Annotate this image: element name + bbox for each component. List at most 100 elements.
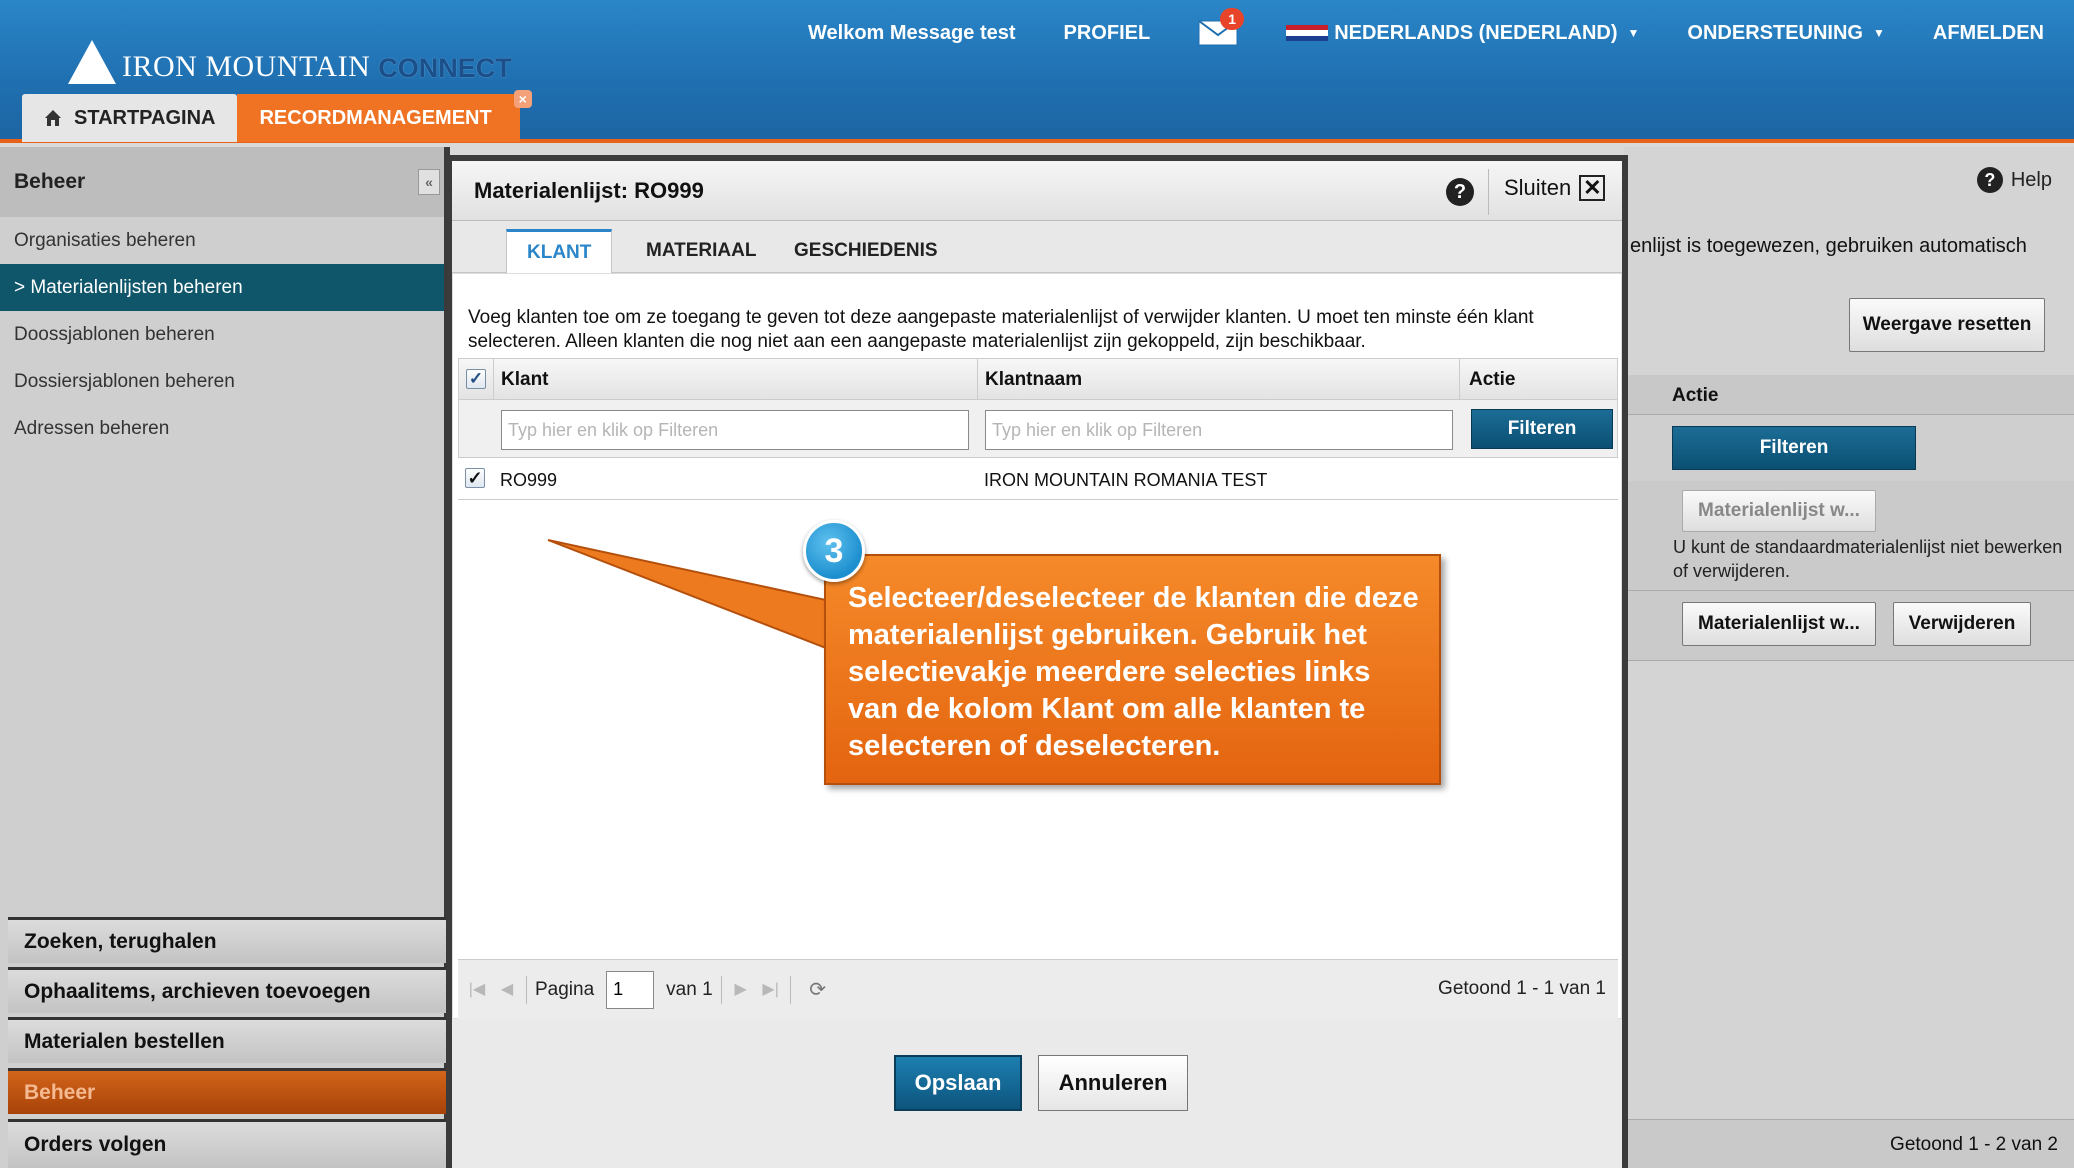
edit-materiallist-button[interactable]: Materialenlijst w... [1682, 602, 1876, 646]
pager-divider [526, 975, 527, 1004]
tutorial-callout: Selecteer/deselecteer de klanten die dez… [824, 554, 1441, 785]
message-count-badge: 1 [1220, 8, 1245, 30]
close-label: Sluiten [1504, 175, 1572, 200]
previous-page-icon[interactable]: ◀ [496, 977, 518, 1003]
row-client-id: RO999 [500, 470, 558, 490]
sidebar-item-dossiersjablonen[interactable]: Dossiersjablonen beheren [0, 358, 444, 405]
background-description: enlijst is toegewezen, gebruiken automat… [1630, 235, 2027, 257]
close-tab-icon[interactable]: × [513, 90, 532, 108]
main-tabs: STARTPAGINA RECORDMANAGEMENT × [22, 90, 532, 142]
table-pager: |◀ ◀ Pagina van 1 ▶ ▶| ⟳ Getoond 1 - 1 v… [458, 959, 1618, 1019]
tab-klant[interactable]: KLANT [506, 229, 613, 273]
profile-link[interactable]: PROFIEL [1064, 22, 1151, 45]
column-header-klant: Klant [501, 369, 549, 390]
help-icon: ? [1976, 167, 2003, 193]
messages-button[interactable]: 1 [1198, 8, 1245, 46]
column-divider [1459, 359, 1460, 399]
client-table-header: ✓ Klant Klantnaam Actie [458, 358, 1618, 400]
background-shown-count: Getoond 1 - 2 van 2 [1890, 1134, 2058, 1155]
sidebar-title: Beheer « [0, 147, 444, 217]
support-label: ONDERSTEUNING [1687, 21, 1863, 44]
pager-divider [789, 975, 791, 1004]
language-selector[interactable]: NEDERLANDS (NEDERLAND) ▼ [1286, 22, 1639, 45]
background-pager: Getoond 1 - 2 van 2 [1624, 1119, 2074, 1168]
header-divider [1488, 169, 1489, 215]
background-content-panel: ? Help enlijst is toegewezen, gebruiken … [1624, 147, 2074, 1168]
background-table-header: Actie [1624, 375, 2074, 415]
tab-home[interactable]: STARTPAGINA [22, 94, 238, 142]
first-page-icon[interactable]: |◀ [466, 977, 488, 1003]
sidebar-item-doossjablonen[interactable]: Doossjablonen beheren [0, 311, 444, 358]
column-header-actie: Actie [1672, 385, 1719, 406]
tab-materiaal[interactable]: MATERIAAL [626, 229, 776, 273]
cancel-button[interactable]: Annuleren [1038, 1055, 1188, 1111]
last-page-icon[interactable]: ▶| [760, 977, 782, 1003]
sidebar-item-adressen[interactable]: Adressen beheren [0, 405, 444, 452]
accordion-ophaalitems[interactable]: Ophaalitems, archieven toevoegen [8, 967, 450, 1013]
sidebar-title-text: Beheer [14, 170, 86, 193]
sidebar: Beheer « Organisaties beheren > Material… [0, 147, 450, 1168]
close-icon: ✕ [1579, 175, 1606, 201]
accordion-materialen-bestellen[interactable]: Materialen bestellen [8, 1017, 450, 1063]
chevron-down-icon: ▼ [1873, 26, 1885, 40]
page-label: Pagina [535, 978, 595, 1000]
help-label: Help [2010, 168, 2052, 191]
dialog-footer: Opslaan Annuleren [452, 1019, 1622, 1168]
delete-button[interactable]: Verwijderen [1893, 602, 2031, 646]
table-row[interactable]: ✓ RO999 IRON MOUNTAIN ROMANIA TEST [458, 458, 1618, 500]
help-link[interactable]: ? Help [1976, 167, 2052, 193]
tab-geschiedenis[interactable]: GESCHIEDENIS [774, 229, 958, 273]
default-list-note: U kunt de standaardmaterialenlijst niet … [1673, 537, 2063, 581]
client-filter-row: Filteren [458, 400, 1618, 458]
welcome-text: Welkom Message test [808, 21, 1016, 44]
row-checkbox[interactable]: ✓ [465, 468, 485, 488]
home-icon [45, 110, 61, 126]
accordion-zoeken[interactable]: Zoeken, terughalen [8, 917, 450, 963]
callout-text: Selecteer/deselecteer de klanten die dez… [848, 582, 1419, 762]
background-filter-button[interactable]: Filteren [1672, 426, 1916, 470]
logo-triangle-icon [68, 40, 116, 84]
logout-link[interactable]: AFMELDEN [1933, 22, 2044, 45]
column-header-actie: Actie [1469, 369, 1516, 390]
next-page-icon[interactable]: ▶ [730, 977, 752, 1003]
dialog-header: Materialenlijst: RO999 ? Sluiten ✕ [452, 161, 1622, 221]
client-name-filter-input[interactable] [985, 410, 1453, 450]
top-navigation: Welkom Message test PROFIEL 1 NEDERLANDS… [808, 8, 2044, 46]
collapse-sidebar-icon[interactable]: « [418, 169, 440, 195]
pager-divider [720, 975, 722, 1004]
support-menu[interactable]: ONDERSTEUNING ▼ [1687, 22, 1884, 45]
edit-materiallist-button-disabled: Materialenlijst w... [1682, 490, 1876, 532]
sidebar-item-organisaties[interactable]: Organisaties beheren [0, 217, 444, 264]
logo-connect-text: CONNECT [378, 53, 512, 83]
accordion-beheer[interactable]: Beheer [8, 1068, 450, 1114]
dialog-title: Materialenlijst: RO999 [474, 178, 704, 203]
iron-mountain-logo[interactable]: IRON MOUNTAIN CONNECT [68, 28, 512, 84]
tab-recordmanagement[interactable]: RECORDMANAGEMENT × [237, 90, 532, 142]
logo-text: IRON MOUNTAIN [122, 50, 371, 83]
dutch-flag-icon [1286, 25, 1329, 41]
shown-count: Getoond 1 - 1 van 1 [1438, 978, 1606, 999]
page-total: van 1 [666, 978, 713, 1000]
client-filter-input[interactable] [501, 410, 969, 450]
row-client-name: IRON MOUNTAIN ROMANIA TEST [984, 470, 1268, 490]
tab-recordmanagement-label: RECORDMANAGEMENT [259, 106, 492, 129]
column-divider [493, 359, 494, 399]
page-number-input[interactable] [606, 970, 655, 1009]
accordion-orders-volgen[interactable]: Orders volgen [8, 1119, 450, 1168]
column-header-klantnaam: Klantnaam [985, 369, 1083, 390]
filter-button[interactable]: Filteren [1471, 409, 1613, 449]
dialog-instructions: Voeg klanten toe om ze toegang te geven … [468, 307, 1534, 352]
step-number-badge: 3 [803, 520, 865, 582]
language-label: NEDERLANDS (NEDERLAND) [1334, 21, 1618, 44]
column-divider [977, 359, 978, 399]
help-icon[interactable]: ? [1446, 178, 1474, 206]
dialog-tabs: KLANT MATERIAAL GESCHIEDENIS [452, 221, 1622, 273]
sidebar-item-materialenlijsten[interactable]: > Materialenlijsten beheren [0, 264, 444, 311]
reset-view-button[interactable]: Weergave resetten [1849, 298, 2045, 352]
select-all-checkbox[interactable]: ✓ [466, 369, 486, 389]
save-button[interactable]: Opslaan [894, 1055, 1022, 1111]
app-header: IRON MOUNTAIN CONNECT Welkom Message tes… [0, 0, 2074, 143]
refresh-icon[interactable]: ⟳ [807, 977, 829, 1003]
chevron-down-icon: ▼ [1627, 26, 1640, 40]
close-dialog-button[interactable]: Sluiten ✕ [1504, 175, 1606, 201]
